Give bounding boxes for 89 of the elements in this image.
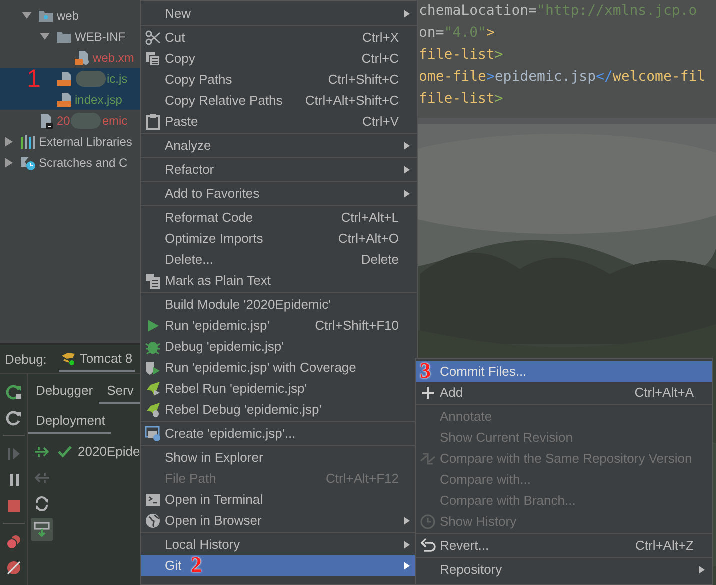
menu-item[interactable]: Optimize Imports Ctrl+Alt+O (141, 228, 417, 249)
menu-item[interactable]: New (141, 3, 417, 24)
menu-item[interactable]: Rebel Debug 'epidemic.jsp' (141, 399, 417, 420)
terminal-icon (145, 492, 161, 508)
menu-item[interactable]: Copy Paths Ctrl+Shift+C (141, 69, 417, 90)
tab[interactable]: Debugger (28, 378, 100, 404)
menu-item[interactable]: Run 'epidemic.jsp' Ctrl+Shift+F10 (141, 315, 417, 336)
menu-item[interactable]: Create 'epidemic.jsp'... (141, 423, 417, 444)
window-icon (145, 426, 161, 442)
scissors-icon (145, 30, 161, 46)
menu-item[interactable]: Copy Ctrl+C (141, 48, 417, 69)
menu-item[interactable]: Paste Ctrl+V (141, 111, 417, 132)
menu-item[interactable]: Delete... Delete (141, 249, 417, 270)
deployment-item[interactable]: 2020Epide (56, 440, 140, 462)
module-file-icon (38, 112, 54, 128)
menu-item[interactable]: Refactor (141, 159, 417, 180)
rocket-icon (145, 402, 161, 418)
tree-item[interactable]: Scratches and C (0, 152, 140, 173)
breakpoints-icon (6, 534, 22, 550)
panel-title: Debug: (5, 352, 47, 366)
code-line: file-list> (419, 90, 504, 109)
jsp-file-icon (56, 70, 72, 86)
file-name: 20 (57, 114, 70, 128)
menu-item[interactable]: Git 2 (141, 555, 417, 576)
rocket-icon (145, 380, 161, 396)
menu-item[interactable]: Cut Ctrl+X (141, 27, 417, 48)
tree-item[interactable]: External Libraries (0, 131, 140, 152)
refresh-icon (34, 496, 50, 512)
tree-item[interactable]: WEB-INF (0, 26, 140, 47)
file-name: Scratches and C (39, 156, 128, 170)
plus-icon (420, 384, 436, 400)
tab[interactable]: Tomcat 8 (58, 346, 135, 372)
menu-item[interactable]: Debug 'epidemic.jsp' (141, 336, 417, 357)
tab[interactable]: Deployment (28, 408, 112, 434)
menu-item[interactable]: Add to Favorites (141, 183, 417, 204)
file-name: WEB-INF (75, 30, 126, 44)
libraries-icon (20, 134, 36, 150)
menu-item[interactable]: Mark as Plain Text (141, 270, 417, 291)
monitor-arrow-icon (34, 522, 50, 538)
menu-item[interactable]: Revert... Ctrl+Alt+Z (416, 535, 712, 556)
annotation-number: 2 (191, 554, 202, 576)
file-name: web.xm (93, 50, 134, 64)
menu-item[interactable]: Rebel Run 'epidemic.jsp' (141, 378, 417, 399)
globe-icon (145, 512, 161, 528)
restart-icon (6, 410, 22, 426)
mute-breakpoints-icon (6, 560, 22, 576)
xml-file-icon (74, 50, 90, 66)
file-name: emic (102, 114, 128, 128)
code-line: ome-file>epidemic.jsp</welcome-fil (419, 68, 707, 87)
menu-item[interactable]: Open in Terminal (141, 489, 417, 510)
scratches-icon (20, 154, 36, 170)
document-icon (145, 272, 161, 288)
menu-item[interactable]: Reformat Code Ctrl+Alt+L (141, 207, 417, 228)
menu-item[interactable]: Add Ctrl+Alt+A (416, 382, 712, 403)
resume-icon (6, 446, 22, 462)
expand-arrow-icon (22, 11, 32, 20)
collapse-arrow-icon (4, 158, 14, 168)
menu-item[interactable]: Copy Relative Paths Ctrl+Alt+Shift+C (141, 90, 417, 111)
rerun-icon (6, 384, 22, 400)
menu-item[interactable]: 3 Commit Files... (416, 361, 712, 382)
file-name: ic.js (107, 72, 128, 86)
stop-icon (6, 498, 22, 514)
deploy-artifact-button[interactable] (31, 518, 53, 541)
clock-icon (420, 514, 436, 530)
play-icon (145, 318, 161, 334)
code-line: file-list> (419, 46, 504, 65)
undo-icon (420, 538, 436, 554)
expand-arrow-icon (40, 32, 50, 41)
compare-arrows-icon (420, 450, 436, 466)
shield-play-icon (145, 360, 161, 376)
menu-item[interactable]: Analyze (141, 135, 417, 156)
tree-item[interactable]: web (0, 5, 140, 26)
menu-item[interactable]: Repository (416, 559, 712, 580)
menu-item[interactable]: Open in Browser (141, 510, 417, 531)
menu-item[interactable]: Build Module '2020Epidemic' (141, 294, 417, 315)
tomcat-icon (60, 350, 77, 366)
file-name: External Libraries (39, 134, 132, 148)
tree-item[interactable]: index.jsp (0, 89, 140, 110)
copy-icon (145, 50, 161, 66)
menu-item[interactable]: Show in Explorer (141, 447, 417, 468)
jsp-file-icon (56, 92, 72, 108)
check-icon (58, 444, 72, 458)
menu-item[interactable]: Run 'epidemic.jsp' with Coverage (141, 357, 417, 378)
annotation-number: 3 (420, 360, 431, 382)
collapse-arrow-icon (4, 136, 14, 146)
menu-item[interactable]: Local History (141, 534, 417, 555)
file-name: index.jsp (75, 92, 122, 106)
file-name: web (57, 8, 80, 22)
clipboard-icon (145, 114, 161, 130)
